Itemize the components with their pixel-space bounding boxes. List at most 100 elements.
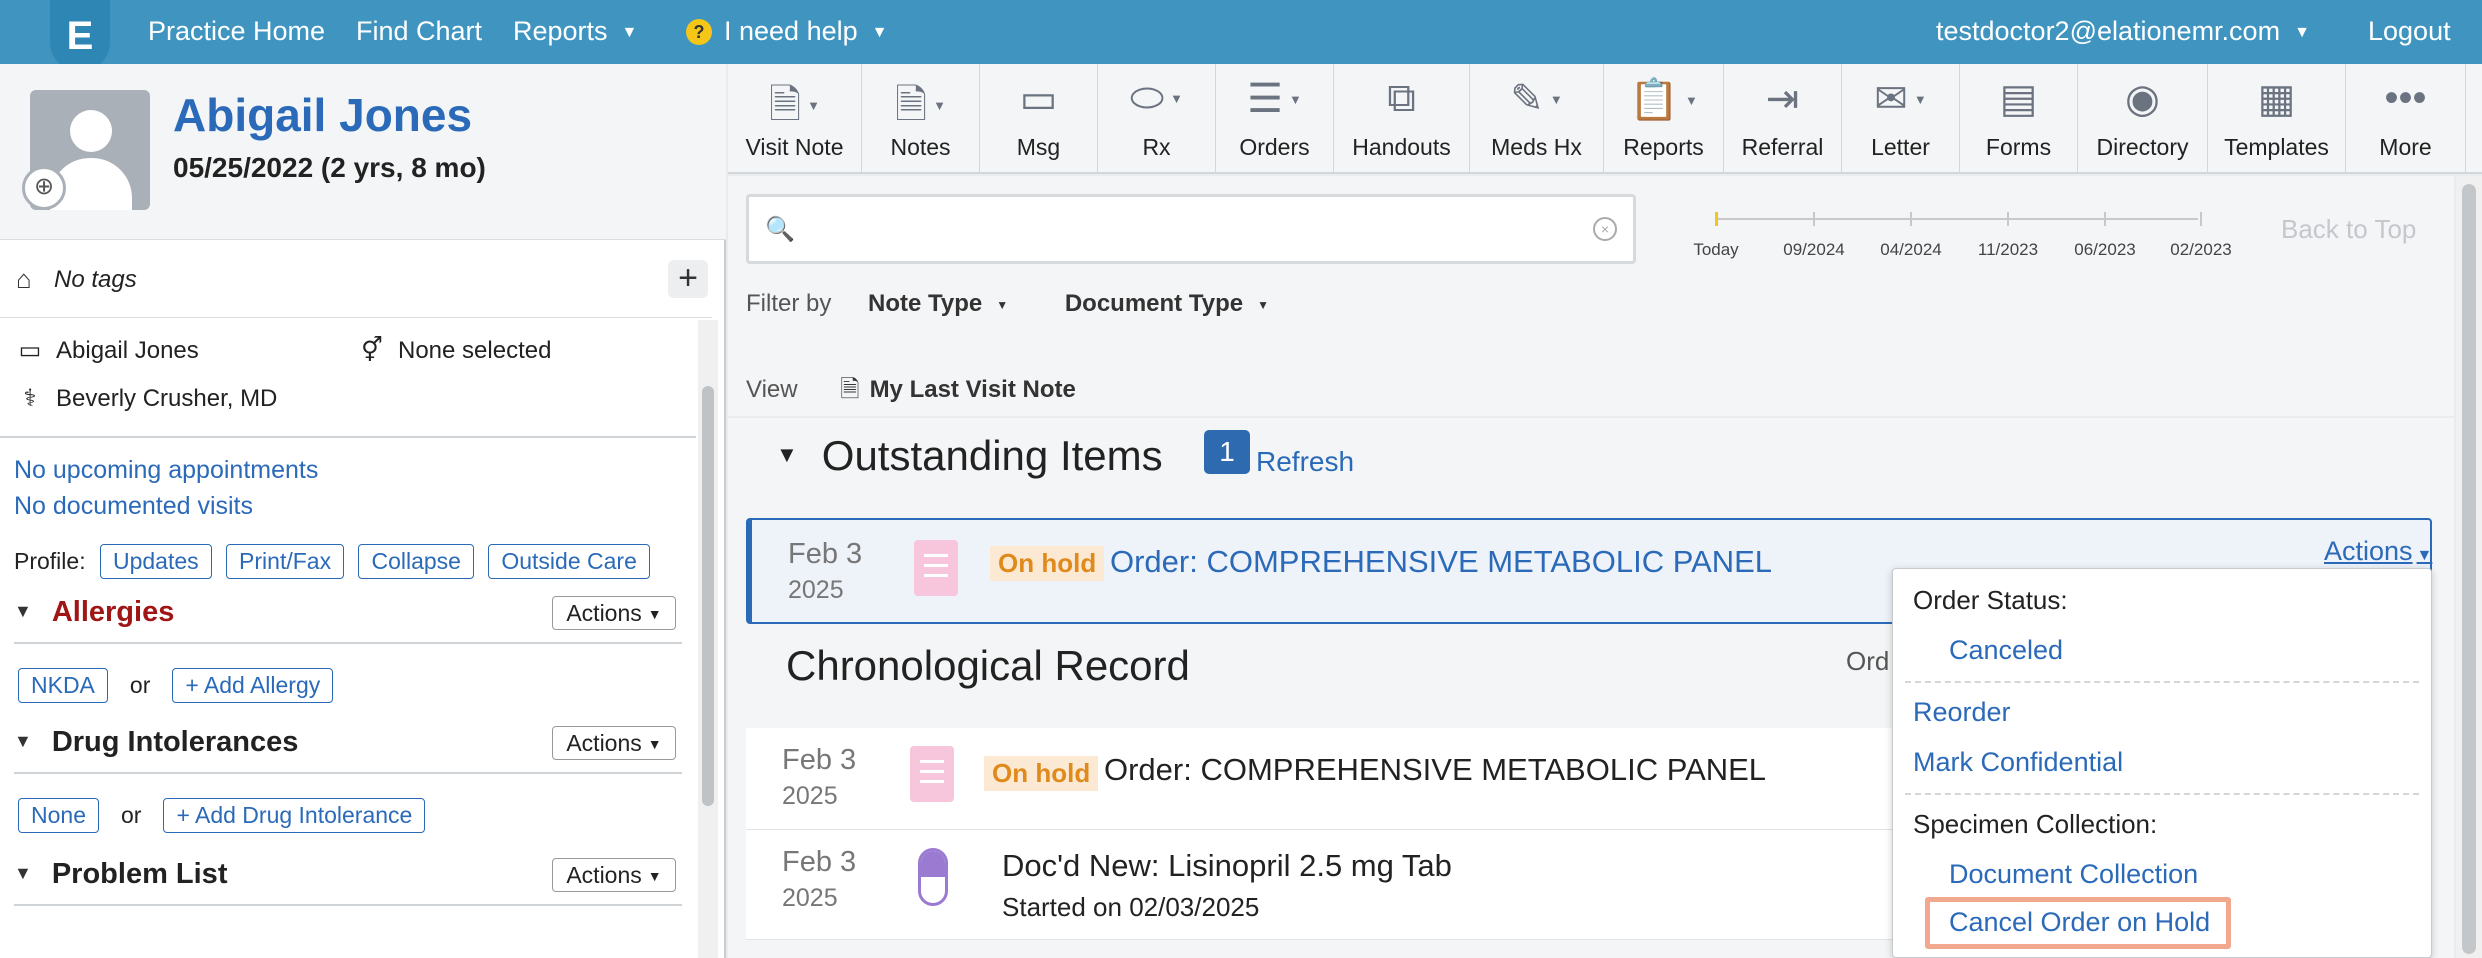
top-nav-bar: E Practice Home Find Chart Reports ▼ ? I n… — [0, 0, 2482, 72]
timeline-label[interactable]: 06/2023 — [2074, 240, 2135, 260]
menu-item-reorder[interactable]: Reorder — [1913, 697, 2011, 728]
toolbar-handouts[interactable]: ⧉ Handouts — [1334, 64, 1470, 172]
divider — [14, 772, 682, 774]
timeline-tick — [2007, 212, 2009, 226]
specimen-collection-heading: Specimen Collection: — [1913, 809, 2158, 839]
add-tag-button[interactable]: + — [668, 260, 708, 298]
timeline-label[interactable]: 02/2023 — [2170, 240, 2231, 260]
message-icon: ▭ — [1019, 77, 1058, 121]
menu-item-canceled[interactable]: Canceled — [1949, 635, 2063, 666]
chevron-down-icon: ▼ — [647, 606, 662, 622]
nav-reports-label: Reports — [513, 16, 608, 46]
toolbar-referral[interactable]: ⇥ Referral — [1724, 64, 1842, 172]
profile-collapse-button[interactable]: Collapse — [358, 544, 474, 579]
back-to-top-link[interactable]: Back to Top — [2281, 214, 2416, 245]
toolbar-rx[interactable]: ⬭ ▼ Rx — [1098, 64, 1216, 172]
globe-icon[interactable]: ⊕ — [22, 166, 66, 210]
document-type-filter[interactable]: Document Type ▼ — [1065, 290, 1269, 317]
intolerances-actions-button[interactable]: Actions ▼ — [552, 726, 676, 760]
handouts-icon: ⧉ — [1387, 76, 1416, 120]
sidebar-scrollbar[interactable] — [698, 320, 718, 958]
chevron-down-icon: ▼ — [871, 23, 888, 41]
chart-filter-area: 🔍 × Today 09/2024 04/2024 11/2023 06/202… — [728, 176, 2454, 416]
none-intolerance-button[interactable]: None — [18, 798, 99, 833]
user-menu[interactable]: testdoctor2@elationemr.com ▼ — [1936, 16, 2310, 47]
toolbar-meds-hx[interactable]: ✎ ▼ Meds Hx — [1470, 64, 1604, 172]
add-allergy-button[interactable]: + Add Allergy — [172, 668, 334, 703]
toolbar-more[interactable]: ••• More — [2346, 64, 2466, 172]
collapse-triangle-icon: ▼ — [14, 601, 32, 621]
nav-practice-home[interactable]: Practice Home — [148, 16, 325, 47]
toolbar-templates[interactable]: ▦ Templates — [2208, 64, 2346, 172]
toolbar-reports[interactable]: 📋 ▼ Reports — [1604, 64, 1724, 172]
order-document-icon — [914, 540, 958, 596]
add-drug-intolerance-button[interactable]: + Add Drug Intolerance — [163, 798, 426, 833]
toolbar-forms[interactable]: ▤ Forms — [1960, 64, 2078, 172]
timeline-tick — [1910, 212, 1912, 226]
item-date: Feb 3 2025 — [782, 744, 857, 810]
toolbar-orders[interactable]: ☰ ▼ Orders — [1216, 64, 1334, 172]
order-actions-dropdown[interactable]: Actions ▼ — [2324, 536, 2432, 567]
chevron-down-icon: ▼ — [647, 736, 662, 752]
my-last-visit-note-link[interactable]: 🗎 My Last Visit Note — [840, 376, 1076, 403]
problems-actions-button[interactable]: Actions ▼ — [552, 858, 676, 892]
timeline-label[interactable]: 04/2024 — [1880, 240, 1941, 260]
problem-list-header[interactable]: ▼ Problem List — [14, 858, 227, 891]
nav-find-chart[interactable]: Find Chart — [356, 16, 482, 47]
allergies-actions-button[interactable]: Actions ▼ — [552, 596, 676, 630]
chevron-down-icon: ▼ — [621, 23, 638, 41]
refresh-link[interactable]: Refresh — [1256, 446, 1354, 478]
toolbar-visit-note[interactable]: 🗎 ▼ Visit Note — [728, 64, 862, 172]
outstanding-count-badge: 1 — [1204, 430, 1250, 474]
user-email: testdoctor2@elationemr.com — [1936, 16, 2281, 46]
menu-item-mark-confidential[interactable]: Mark Confidential — [1913, 747, 2123, 778]
timeline-label[interactable]: 11/2023 — [1978, 240, 2038, 260]
collapse-triangle-icon: ▼ — [776, 442, 798, 467]
nkda-button[interactable]: NKDA — [18, 668, 108, 703]
profile-outside-care-button[interactable]: Outside Care — [488, 544, 650, 579]
profile-updates-button[interactable]: Updates — [99, 544, 212, 579]
appointments-link[interactable]: No upcoming appointments — [14, 456, 318, 485]
order-filter-partial[interactable]: Ord — [1846, 646, 1889, 677]
patient-dob: 05/25/2022 (2 yrs, 8 mo) — [173, 152, 486, 183]
elation-logo[interactable]: E — [50, 0, 110, 72]
intolerance-row: None or + Add Drug Intolerance — [18, 798, 426, 833]
envelope-icon: ✉ ▼ — [1874, 77, 1927, 121]
logout-link[interactable]: Logout — [2368, 16, 2451, 47]
timeline-label[interactable]: Today — [1693, 240, 1738, 260]
visits-link[interactable]: No documented visits — [14, 492, 253, 521]
visit-note-icon: 🗎 ▼ — [768, 83, 821, 127]
chart-toolbar: 🗎 ▼ Visit Note 🗎 ▼ Notes ▭ Msg ⬭ ▼ Rx ☰ ▼ Orders … — [728, 64, 2482, 174]
timeline-marker — [1715, 212, 1718, 226]
patient-name[interactable]: Abigail Jones — [173, 88, 472, 142]
menu-item-cancel-order-on-hold[interactable]: Cancel Order on Hold — [1949, 907, 2210, 938]
outstanding-items-header[interactable]: ▼ Outstanding Items — [776, 432, 1163, 480]
medication-title[interactable]: Doc'd New: Lisinopril 2.5 mg Tab — [1002, 848, 1452, 884]
item-date: Feb 3 2025 — [782, 846, 857, 912]
reports-clipboard-icon: 📋 ▼ — [1629, 78, 1698, 122]
gender-info[interactable]: ⚥ None selected — [358, 336, 551, 365]
main-scrollbar[interactable] — [2456, 176, 2482, 958]
timeline-tick — [2200, 212, 2202, 226]
drug-intolerances-header[interactable]: ▼ Drug Intolerances — [14, 726, 298, 759]
templates-icon: ▦ — [2257, 77, 2296, 121]
allergies-header[interactable]: ▼ Allergies — [14, 596, 174, 629]
nav-help[interactable]: ? I need help ▼ — [686, 16, 887, 47]
clear-icon[interactable]: × — [1593, 217, 1617, 241]
chart-search-input[interactable]: 🔍 × — [746, 194, 1636, 264]
toolbar-notes[interactable]: 🗎 ▼ Notes — [862, 64, 980, 172]
order-title-link[interactable]: Order: COMPREHENSIVE METABOLIC PANEL — [1110, 544, 1772, 580]
toolbar-letter[interactable]: ✉ ▼ Letter — [1842, 64, 1960, 172]
toolbar-msg[interactable]: ▭ Msg — [980, 64, 1098, 172]
timeline-label[interactable]: 09/2024 — [1783, 240, 1844, 260]
nav-reports[interactable]: Reports ▼ — [513, 16, 637, 47]
toolbar-directory[interactable]: ◉ Directory — [2078, 64, 2208, 172]
or-text: or — [120, 802, 142, 828]
menu-item-document-collection[interactable]: Document Collection — [1949, 859, 2198, 890]
order-title[interactable]: Order: COMPREHENSIVE METABOLIC PANEL — [1104, 752, 1766, 788]
divider — [14, 904, 682, 906]
profile-print-fax-button[interactable]: Print/Fax — [226, 544, 345, 579]
note-type-filter[interactable]: Note Type ▼ — [868, 290, 1008, 317]
document-icon: 🗎 — [840, 376, 860, 403]
timeline-bar[interactable] — [1718, 218, 2198, 220]
